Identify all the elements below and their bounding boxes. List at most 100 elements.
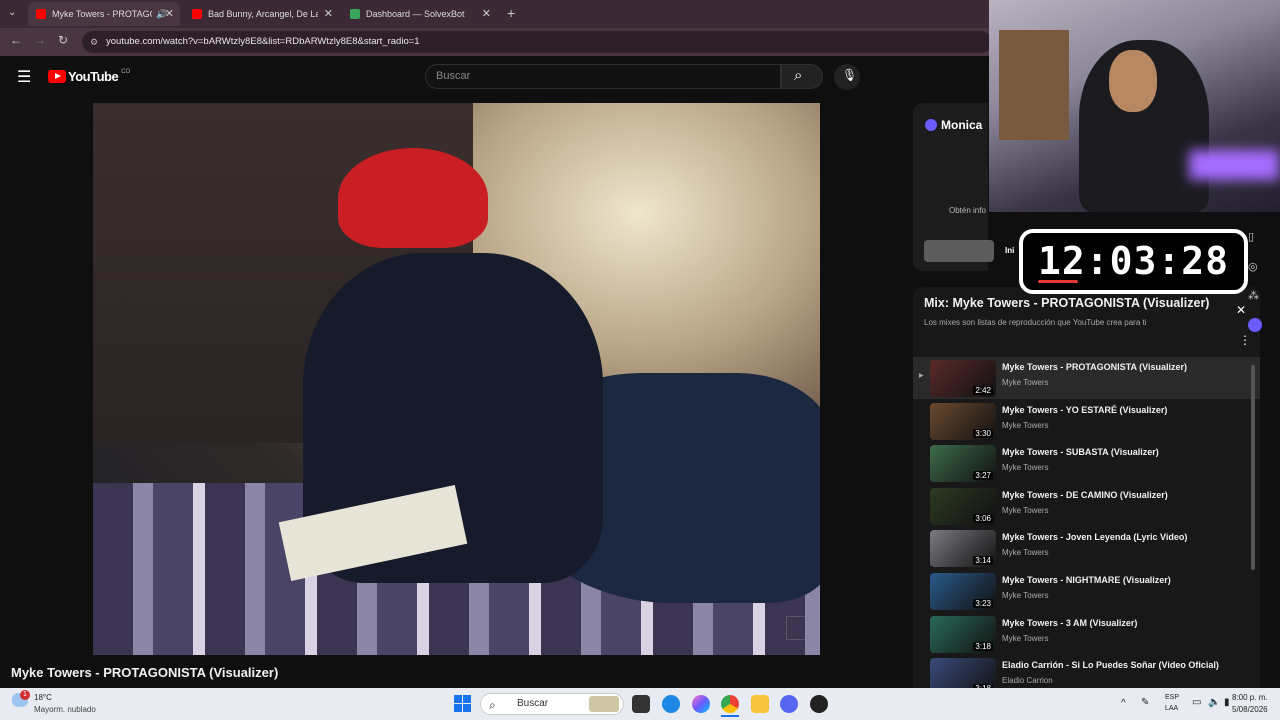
clock-overlay: 12:03:28: [1019, 229, 1248, 294]
extension-icon[interactable]: ◎: [1248, 260, 1258, 273]
tab-bad-bunny[interactable]: Bad Bunny, Arcangel, De La Gh ✕: [184, 2, 339, 26]
taskbar-search-icon: ⌕: [489, 698, 496, 712]
playlist-subtitle: Los mixes son listas de reproducción que…: [924, 318, 1147, 327]
forward-icon[interactable]: →: [34, 33, 46, 47]
obs-icon[interactable]: [810, 695, 828, 713]
webcam-neon-light: [1189, 150, 1279, 180]
playlist-item-title[interactable]: Myke Towers - DE CAMINO (Visualizer): [1002, 490, 1168, 500]
show-hidden-icons[interactable]: ^: [1121, 698, 1126, 709]
youtube-logo[interactable]: YouTube CO: [48, 69, 130, 84]
tab-close-icon[interactable]: ✕: [482, 7, 491, 20]
playlist-item[interactable]: 3:27 Myke Towers - SUBASTA (Visualizer) My…: [913, 442, 1260, 484]
playlist-thumbnail[interactable]: 3:14: [930, 530, 996, 568]
playlist-item-title[interactable]: Myke Towers - Joven Leyenda (Lyric Video…: [1002, 532, 1187, 542]
file-explorer-icon[interactable]: [751, 695, 769, 713]
search-button[interactable]: ⌕: [781, 64, 823, 89]
playlist-thumbnail[interactable]: 3:30: [930, 402, 996, 440]
url-field[interactable]: ⚙ youtube.com/watch?v=bARWtzly8E8&list=R…: [82, 31, 992, 53]
youtube-favicon-icon: [192, 9, 202, 19]
playlist-item-channel[interactable]: Myke Towers: [1002, 506, 1049, 515]
volume-icon[interactable]: 🔈: [1208, 697, 1220, 708]
playlist-thumbnail[interactable]: 3:18: [930, 658, 996, 688]
search-input[interactable]: Buscar: [425, 64, 781, 89]
new-tab-icon[interactable]: +: [507, 5, 515, 21]
solvexbot-favicon-icon: [350, 9, 360, 19]
tab-label: Myke Towers - PROTAGONI: [52, 9, 152, 19]
youtube-favicon-icon: [36, 9, 46, 19]
edge-icon[interactable]: [662, 695, 680, 713]
playlist-item[interactable]: 3:23 Myke Towers - NIGHTMARE (Visualizer)…: [913, 570, 1260, 612]
youtube-play-logo-icon: [48, 70, 66, 83]
site-info-icon[interactable]: ⚙: [90, 31, 98, 53]
discord-icon[interactable]: [780, 695, 798, 713]
playlist-item-channel[interactable]: Myke Towers: [1002, 548, 1049, 557]
playlist-item[interactable]: 3:18 Myke Towers - 3 AM (Visualizer) Myke …: [913, 613, 1260, 655]
playlist-item-title[interactable]: Myke Towers - SUBASTA (Visualizer): [1002, 447, 1159, 457]
monica-panel: Monica Obtén info Ini: [913, 103, 1014, 271]
weather-desc: Mayorm. nublado: [34, 705, 96, 714]
taskbar-time[interactable]: 8:00 p. m.: [1232, 693, 1268, 702]
pen-icon[interactable]: ✎: [1141, 697, 1149, 708]
language-indicator[interactable]: ESP: [1165, 694, 1179, 701]
duration-badge: 3:27: [973, 471, 993, 481]
search-icon: ⌕: [794, 67, 803, 84]
battery-icon[interactable]: ▮: [1224, 697, 1230, 708]
playlist-item-title[interactable]: Myke Towers - 3 AM (Visualizer): [1002, 618, 1137, 628]
playlist-scrollbar[interactable]: [1251, 365, 1255, 570]
back-icon[interactable]: ←: [10, 33, 22, 47]
start-button[interactable]: [454, 695, 472, 713]
playlist-thumbnail[interactable]: 3:06: [930, 487, 996, 525]
monica-start-button[interactable]: [924, 240, 994, 262]
playlist-item-title[interactable]: Eladio Carrión - Si Lo Puedes Soñar (Vid…: [1002, 660, 1219, 670]
playlist-item-title[interactable]: Myke Towers - YO ESTARÉ (Visualizer): [1002, 405, 1167, 415]
more-options-icon[interactable]: ⋮: [1239, 333, 1251, 347]
duration-badge: 3:23: [973, 599, 993, 608]
tab-myke-towers[interactable]: Myke Towers - PROTAGONI 🔊 ✕: [28, 2, 180, 26]
video-frame-cap: [338, 148, 488, 248]
url-text: youtube.com/watch?v=bARWtzly8E8&list=RDb…: [106, 36, 420, 47]
playlist-item[interactable]: ▶ 2:42 Myke Towers - PROTAGONISTA (Visuali…: [913, 357, 1260, 399]
copilot-icon[interactable]: [692, 695, 710, 713]
playlist-item-channel[interactable]: Myke Towers: [1002, 378, 1049, 387]
playlist-item-channel[interactable]: Eladio Carrion: [1002, 676, 1053, 685]
playlist-item[interactable]: 3:06 Myke Towers - DE CAMINO (Visualizer)…: [913, 485, 1260, 527]
monica-title: Monica: [941, 118, 983, 132]
duration-badge: 3:18: [973, 641, 993, 651]
playlist-thumbnail[interactable]: 3:27: [930, 445, 996, 483]
playlist-thumbnail[interactable]: 2:42: [930, 360, 996, 397]
voice-search-button[interactable]: 🎙: [834, 64, 860, 90]
taskbar-date[interactable]: 5/08/2026: [1232, 705, 1268, 714]
search-placeholder: Buscar: [436, 70, 471, 82]
network-icon[interactable]: ▭: [1192, 697, 1201, 708]
reload-icon[interactable]: ↻: [58, 33, 68, 47]
tab-close-icon[interactable]: ✕: [165, 7, 174, 20]
playlist-item-title[interactable]: Myke Towers - NIGHTMARE (Visualizer): [1002, 575, 1171, 585]
task-view-icon[interactable]: [632, 695, 650, 713]
playlist-item-title[interactable]: Myke Towers - PROTAGONISTA (Visualizer): [1002, 362, 1187, 372]
reading-mode-icon[interactable]: ▯: [1248, 230, 1254, 243]
playlist-item-channel[interactable]: Myke Towers: [1002, 591, 1049, 600]
menu-icon[interactable]: ☰: [17, 67, 31, 87]
search-highlight-icon: [589, 696, 619, 712]
playlist-item[interactable]: 3:30 Myke Towers - YO ESTARÉ (Visualizer)…: [913, 400, 1260, 442]
video-player[interactable]: [93, 103, 820, 655]
chrome-icon[interactable]: [721, 695, 739, 713]
playlist-item-channel[interactable]: Myke Towers: [1002, 421, 1049, 430]
tab-list-icon[interactable]: ⌄: [8, 7, 16, 18]
playlist-thumbnail[interactable]: 3:18: [930, 615, 996, 653]
close-playlist-icon[interactable]: ✕: [1236, 303, 1246, 317]
tab-dashboard[interactable]: Dashboard — SolvexBot ✕: [342, 2, 497, 26]
playlist-item[interactable]: 3:14 Myke Towers - Joven Leyenda (Lyric V…: [913, 527, 1260, 569]
monica-logo-icon: [925, 119, 937, 131]
chrome-active-indicator: [721, 715, 739, 717]
playlist-item[interactable]: 3:18 Eladio Carrión - Si Lo Puedes Soñar …: [913, 655, 1260, 688]
weather-badge: 1: [20, 690, 30, 700]
playlist-item-channel[interactable]: Myke Towers: [1002, 463, 1049, 472]
monica-sidebar-icon[interactable]: [1248, 318, 1262, 332]
country-code: CO: [121, 68, 131, 75]
taskbar-search[interactable]: ⌕ Buscar: [480, 693, 624, 715]
tab-close-icon[interactable]: ✕: [324, 7, 333, 20]
apps-icon[interactable]: ⁂: [1248, 289, 1259, 302]
playlist-thumbnail[interactable]: 3:23: [930, 573, 996, 610]
playlist-item-channel[interactable]: Myke Towers: [1002, 634, 1049, 643]
